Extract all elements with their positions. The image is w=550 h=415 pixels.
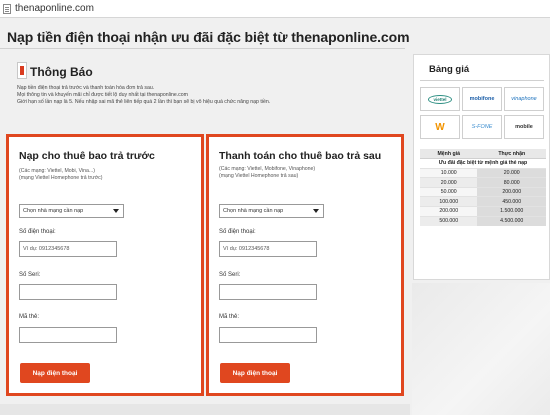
gmobile-logo-text: mobile	[515, 124, 533, 130]
postpaid-networks-note: (Các mạng: Viettel, Mobifone, Vinaphone)	[219, 166, 316, 172]
page-icon	[3, 3, 11, 14]
notice-line: Nạp tiền điện thoại trả trước và thanh t…	[17, 85, 155, 91]
col-received: Thực nhận	[477, 149, 546, 160]
vietnamobile-logo-text: W	[435, 121, 445, 133]
postpaid-network-select-value: Chọn nhà mạng cần nạp	[223, 208, 284, 214]
postpaid-network-select[interactable]: Chọn nhà mạng cần nạp	[219, 204, 324, 218]
prepaid-submit-button[interactable]: Nạp điện thoại	[20, 363, 90, 383]
address-bar[interactable]: thenaponline.com	[0, 0, 550, 18]
table-row: 50.000 200.000	[420, 186, 546, 197]
postpaid-payment-form: Thanh toán cho thuê bao trả sau (Các mạn…	[206, 134, 404, 396]
postpaid-serial-input[interactable]	[219, 284, 317, 300]
mobifone-logo[interactable]: mobifone	[462, 87, 502, 111]
prepaid-network-select-value: Chọn nhà mạng cần nạp	[23, 208, 84, 214]
viettel-logo[interactable]: viettel	[420, 87, 460, 111]
received-cell: 450.000	[477, 196, 546, 207]
denomination-cell: 20.000	[420, 177, 478, 188]
chevron-down-icon	[113, 209, 119, 213]
notice-title: Thông Báo	[30, 65, 93, 79]
prepaid-serial-label: Số Seri:	[19, 272, 41, 278]
gmobile-logo[interactable]: mobile	[504, 115, 544, 139]
received-cell: 200.000	[477, 186, 546, 197]
prepaid-networks-note: (Các mạng: Viettel, Mobi, Vina...)	[19, 168, 95, 174]
mobifone-logo-text: mobifone	[469, 96, 495, 102]
postpaid-phone-input[interactable]: Ví dụ: 0912345678	[219, 241, 317, 257]
viettel-ring-icon: viettel	[428, 94, 452, 104]
postpaid-submit-button[interactable]: Nạp điện thoại	[220, 363, 290, 383]
prepaid-card-input[interactable]	[19, 327, 117, 343]
price-table-panel: Bảng giá viettel mobifone vinaphone W S-…	[413, 54, 550, 280]
prepaid-card-label: Mã thẻ:	[19, 314, 40, 320]
table-row: 20.000 80.000	[420, 177, 546, 188]
price-title-divider	[420, 80, 544, 81]
postpaid-card-label: Mã thẻ:	[219, 314, 240, 320]
denomination-cell: 200.000	[420, 206, 478, 217]
postpaid-homephone-note: (mạng Viettel Homephone trả sau)	[219, 173, 299, 179]
denomination-cell: 50.000	[420, 186, 478, 197]
received-cell: 80.000	[477, 177, 546, 188]
footer-strip	[0, 404, 410, 415]
background-decoration	[412, 283, 550, 415]
price-table-title: Bảng giá	[429, 64, 470, 75]
denomination-cell: 500.000	[420, 215, 478, 226]
notice-line: Giới hạn số lần nạp là 5. Nếu nhập sai m…	[17, 99, 271, 105]
url-text[interactable]: thenaponline.com	[15, 3, 94, 14]
prepaid-homephone-note: (mạng Viettel Homephone trả trước)	[19, 175, 103, 181]
prepaid-heading: Nạp cho thuê bao trả trước	[19, 150, 155, 162]
notice-icon	[17, 62, 27, 79]
viettel-logo-text: viettel	[433, 96, 447, 102]
title-divider	[0, 48, 405, 49]
table-row: 10.000 20.000	[420, 167, 546, 178]
prepaid-serial-input[interactable]	[19, 284, 117, 300]
received-cell: 4.500.000	[477, 215, 546, 226]
page-title: Nạp tiền điện thoại nhận ưu đãi đặc biệt…	[7, 29, 410, 45]
vietnamobile-logo[interactable]: W	[420, 115, 460, 139]
prepaid-phone-label: Số điện thoại:	[19, 229, 56, 235]
postpaid-serial-label: Số Seri:	[219, 272, 241, 278]
postpaid-heading: Thanh toán cho thuê bao trả sau	[219, 150, 382, 162]
prepaid-topup-form: Nạp cho thuê bao trả trước (Các mạng: Vi…	[6, 134, 204, 396]
table-row: 500.000 4.500.000	[420, 215, 546, 226]
postpaid-phone-label: Số điện thoại:	[219, 229, 256, 235]
price-table: Mệnh giá Thực nhận Ưu đãi đặc biệt từ mệ…	[420, 149, 546, 226]
col-denomination: Mệnh giá	[420, 149, 478, 160]
sfone-logo-text: S-FONE	[471, 124, 493, 130]
denomination-cell: 10.000	[420, 167, 478, 178]
special-offer-row: Ưu đãi đặc biệt từ mệnh giá thẻ nạp	[420, 158, 546, 169]
vinaphone-logo[interactable]: vinaphone	[504, 87, 544, 111]
sfone-logo[interactable]: S-FONE	[462, 115, 502, 139]
notice-text: Nạp tiền điện thoại trả trước và thanh t…	[17, 85, 402, 106]
received-cell: 1.500.000	[477, 206, 546, 217]
postpaid-card-input[interactable]	[219, 327, 317, 343]
prepaid-phone-input[interactable]: Ví dụ: 0912345678	[19, 241, 117, 257]
notice-line: Mọi thông tin và khuyến mãi chỉ được tiế…	[17, 92, 188, 98]
denomination-cell: 100.000	[420, 196, 478, 207]
table-row: 200.000 1.500.000	[420, 206, 546, 217]
vinaphone-logo-text: vinaphone	[511, 96, 537, 102]
chevron-down-icon	[313, 209, 319, 213]
prepaid-network-select[interactable]: Chọn nhà mạng cần nạp	[19, 204, 124, 218]
received-cell: 20.000	[477, 167, 546, 178]
table-row: 100.000 450.000	[420, 196, 546, 207]
